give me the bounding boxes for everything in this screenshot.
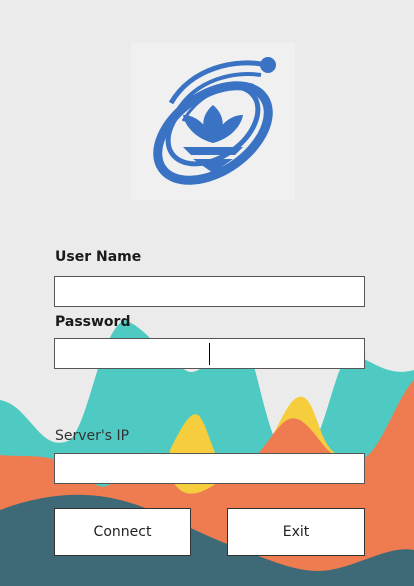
server-ip-label: Server's IP [55, 428, 130, 444]
exit-button[interactable]: Exit [227, 508, 365, 556]
password-label: Password [55, 314, 131, 330]
server-ip-input[interactable] [54, 453, 365, 484]
username-label: User Name [55, 249, 142, 265]
username-input[interactable] [54, 276, 365, 307]
app-logo [131, 43, 295, 200]
lotus-orbit-logo-icon [153, 57, 276, 185]
text-cursor [209, 343, 210, 365]
connect-button[interactable]: Connect [54, 508, 191, 556]
